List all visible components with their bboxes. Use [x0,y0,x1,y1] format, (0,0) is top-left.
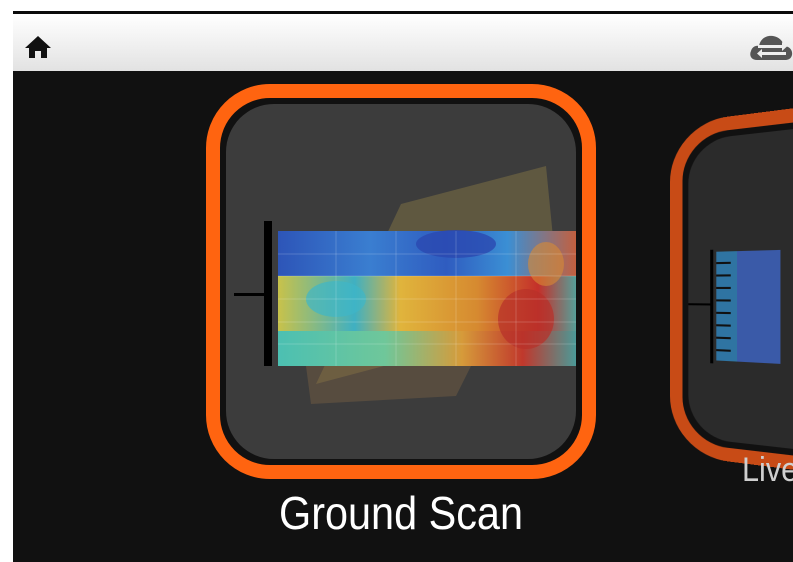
live-scan-icon [688,249,781,364]
cloud-sync-icon [750,35,793,60]
home-button[interactable] [23,32,53,62]
ground-scan-tile-face [226,104,576,459]
app-screen: Ground Scan Live [13,11,793,562]
ground-scan-tile[interactable] [206,84,596,479]
live-tile[interactable] [670,95,793,483]
ground-scan-label: Ground Scan [279,487,523,539]
ground-scan-heatmap-icon [234,166,576,404]
home-icon [25,36,51,58]
top-toolbar [13,11,793,71]
live-label: Live [742,451,793,489]
cloud-sync-button[interactable] [749,30,793,66]
live-tile-face [688,120,793,458]
